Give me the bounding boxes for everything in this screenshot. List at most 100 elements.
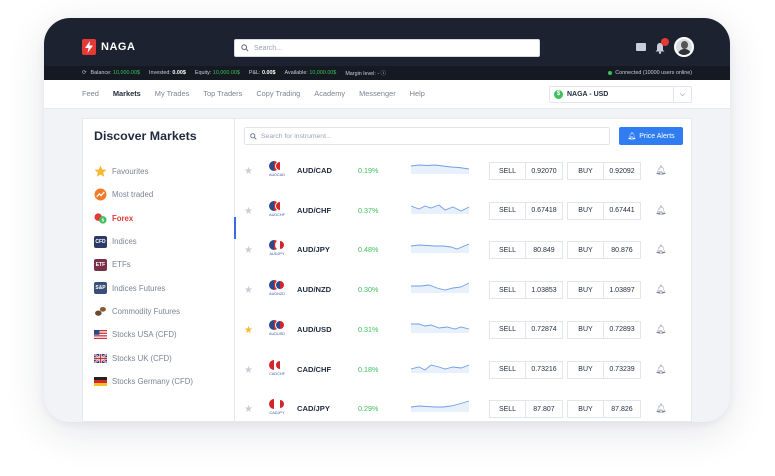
sidebar-item-most-traded[interactable]: Most traded [94, 183, 193, 206]
tab-messenger[interactable]: Messenger [359, 89, 396, 98]
instrument-symbol[interactable]: AUD/USD [297, 325, 332, 334]
sidebar-item-stocks-germany-cfd[interactable]: Stocks Germany (CFD) [94, 370, 193, 393]
tab-academy[interactable]: Academy [314, 89, 345, 98]
daily-change: 0.29% [358, 404, 379, 414]
chevron-down-icon[interactable]: ⌵ [673, 87, 691, 102]
price-alert-bell-icon[interactable]: 🔔︎ [655, 244, 666, 255]
notifications-button[interactable] [654, 38, 669, 54]
buy-price[interactable]: 80.876 [603, 241, 641, 260]
sell-price[interactable]: 1.03853 [525, 281, 563, 300]
main-nav: Feed Markets My Trades Top Traders Copy Trad… [44, 80, 730, 109]
sidebar-item-indices-futures[interactable]: S&P Indices Futures [94, 276, 193, 299]
currency-pair-flag-icon: AUDNZD [267, 280, 287, 300]
global-search-input[interactable]: Search... [234, 39, 540, 57]
sidebar-item-commodity-futures[interactable]: Commodity Futures [94, 300, 193, 323]
sell-button[interactable]: SELL [489, 400, 526, 419]
tab-markets[interactable]: Markets [113, 89, 141, 98]
buy-button[interactable]: BUY [567, 320, 604, 339]
sell-price[interactable]: 0.92070 [525, 162, 563, 180]
favourite-star-icon[interactable]: ★ [244, 405, 253, 415]
favourite-star-icon[interactable]: ★ [244, 246, 253, 256]
instrument-row[interactable]: ★ AUDJPY AUD/JPY 0.48% SELL 80.849 BUY 80.876 🔔︎ [235, 231, 693, 271]
price-alert-bell-icon[interactable]: 🔔︎ [655, 165, 666, 176]
equity-label: Equity: [194, 70, 212, 76]
buy-price[interactable]: 1.03897 [603, 281, 641, 300]
sell-price[interactable]: 87.807 [525, 400, 563, 419]
buy-price[interactable]: 0.72893 [603, 320, 641, 339]
instrument-symbol[interactable]: AUD/JPY [297, 245, 330, 254]
sell-price[interactable]: 80.849 [525, 241, 563, 260]
price-alert-bell-icon[interactable]: 🔔︎ [655, 403, 666, 414]
tab-feed[interactable]: Feed [82, 89, 99, 98]
buy-button[interactable]: BUY [567, 400, 604, 419]
margin-level: Margin level: - [345, 71, 380, 77]
sidebar-item-label: Most traded [112, 190, 154, 200]
sell-button[interactable]: SELL [489, 162, 526, 180]
instrument-search-input[interactable]: Search for instrument... [244, 127, 610, 145]
sidebar-item-forex[interactable]: $ Forex [94, 207, 193, 230]
buy-price[interactable]: 0.67441 [603, 201, 641, 220]
instrument-symbol[interactable]: AUD/NZD [297, 285, 331, 294]
instrument-row[interactable]: ★ AUDUSD AUD/USD 0.31% SELL 0.72874 BUY 0.72893… [235, 311, 693, 351]
sidebar-item-stocks-usa-cfd[interactable]: Stocks USA (CFD) [94, 323, 193, 346]
buy-button[interactable]: BUY [567, 360, 604, 379]
mail-icon[interactable] [636, 43, 646, 51]
sidebar-item-favourites[interactable]: Favourites [94, 160, 193, 183]
sidebar-item-stocks-uk-cfd[interactable]: Stocks UK (CFD) [94, 346, 193, 369]
price-alert-bell-icon[interactable]: 🔔︎ [655, 284, 666, 295]
instrument-row[interactable]: ★ AUDCHF AUD/CHF 0.37% SELL 0.67418 BUY 0.67441… [235, 192, 693, 232]
instrument-symbol[interactable]: CAD/CHF [297, 365, 331, 374]
tab-top-traders[interactable]: Top Traders [203, 89, 242, 98]
tab-copy-trading[interactable]: Copy Trading [256, 89, 300, 98]
sidebar-item-etfs[interactable]: ETF ETFs [94, 253, 193, 276]
sell-button[interactable]: SELL [489, 320, 526, 339]
buy-price[interactable]: 0.92092 [603, 162, 641, 180]
buy-button[interactable]: BUY [567, 201, 604, 220]
price-alert-bell-icon[interactable]: 🔔︎ [655, 205, 666, 216]
instrument-row[interactable]: ★ CADJPY CAD/JPY 0.29% SELL 87.807 BUY 87.826 🔔︎ [235, 390, 693, 422]
sell-button[interactable]: SELL [489, 360, 526, 379]
buy-button[interactable]: BUY [567, 281, 604, 300]
sidebar-item-indices[interactable]: CFD Indices [94, 230, 193, 253]
sidebar-item-label: Commodity Futures [112, 306, 181, 316]
instrument-symbol[interactable]: AUD/CAD [297, 166, 332, 175]
favourite-star-icon[interactable]: ★ [244, 286, 253, 296]
sparkline-chart [411, 282, 470, 294]
buy-price[interactable]: 87.826 [603, 400, 641, 419]
refresh-icon[interactable]: ⟳ [82, 70, 87, 76]
tab-my-trades[interactable]: My Trades [155, 89, 190, 98]
daily-change: 0.37% [358, 205, 379, 215]
favourite-star-icon[interactable]: ★ [244, 206, 253, 217]
sell-button[interactable]: SELL [489, 201, 526, 220]
sparkline-chart [411, 204, 470, 214]
markets-panel: Discover Markets Favourites Most traded $ F… [82, 118, 692, 422]
avatar[interactable] [674, 37, 694, 57]
sidebar-item-label: Favourites [112, 167, 149, 177]
instrument-symbol[interactable]: CAD/JPY [297, 404, 330, 413]
tab-help[interactable]: Help [410, 89, 425, 98]
sparkline-chart [411, 164, 470, 174]
sell-price[interactable]: 0.72874 [525, 320, 563, 339]
balance-label: Balance: [90, 70, 112, 76]
favourite-star-icon[interactable]: ★ [244, 167, 253, 177]
instrument-row[interactable]: ★ AUDCAD AUD/CAD 0.19% SELL 0.92070 BUY 0.92092… [235, 152, 693, 192]
info-icon[interactable]: ⓘ [381, 71, 386, 77]
naga-logo[interactable]: NAGA [82, 39, 135, 55]
instrument-row[interactable]: ★ CADCHF CAD/CHF 0.18% SELL 0.73216 BUY 0.73239… [235, 351, 693, 391]
buy-button[interactable]: BUY [567, 162, 604, 180]
sell-price[interactable]: 0.73216 [525, 360, 563, 379]
instrument-symbol[interactable]: AUD/CHF [297, 206, 331, 215]
favourite-star-icon[interactable]: ★ [244, 365, 253, 376]
account-selector[interactable]: $ NAGA - USD ⌵ [549, 86, 692, 103]
daily-change: 0.48% [358, 245, 379, 255]
buy-button[interactable]: BUY [567, 241, 604, 260]
sell-button[interactable]: SELL [489, 281, 526, 300]
sell-button[interactable]: SELL [489, 241, 526, 260]
instrument-row[interactable]: ★ AUDNZD AUD/NZD 0.30% SELL 1.03853 BUY 1.03897… [235, 271, 693, 311]
buy-price[interactable]: 0.73239 [603, 360, 641, 379]
price-alert-bell-icon[interactable]: 🔔︎ [655, 364, 666, 375]
favourite-star-icon[interactable]: ★ [244, 325, 253, 336]
sell-price[interactable]: 0.67418 [525, 201, 563, 220]
price-alert-bell-icon[interactable]: 🔔︎ [655, 324, 666, 335]
price-alerts-button[interactable]: 🔔︎ Price Alerts [619, 127, 683, 145]
